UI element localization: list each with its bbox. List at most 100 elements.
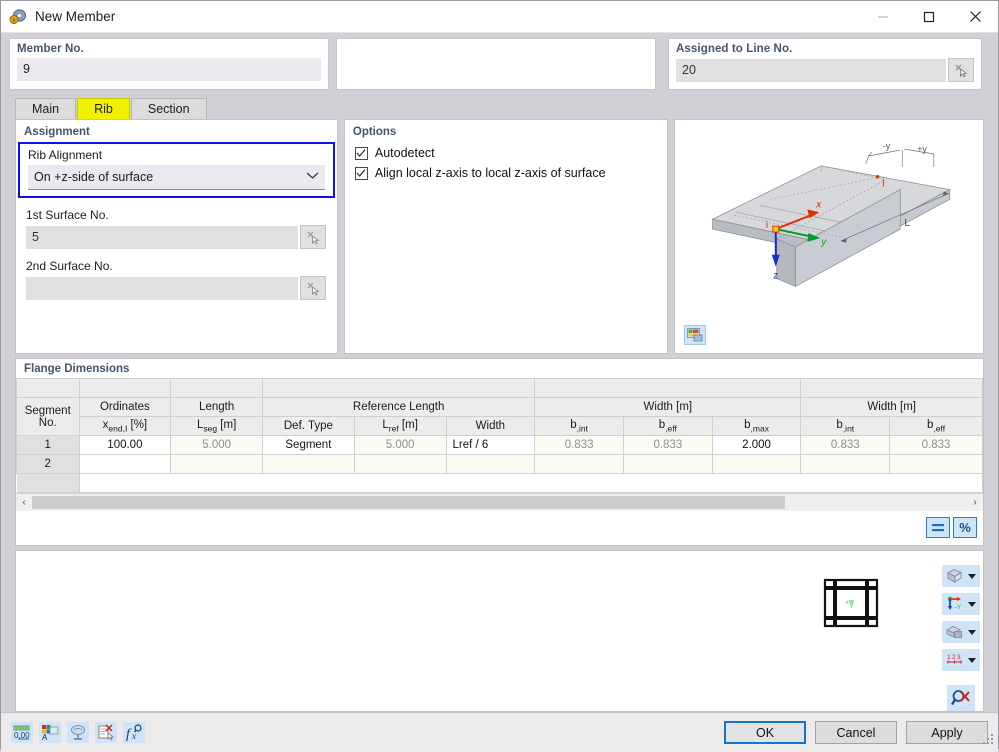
cell-width[interactable]: Lref / 6 (445, 435, 536, 455)
preview-canvas[interactable] (16, 551, 939, 711)
cell-bmax[interactable]: 2.000 (711, 435, 802, 455)
cell-bint-1[interactable]: 0.833 (534, 435, 624, 455)
percent-button[interactable]: % (953, 517, 977, 538)
cell-xend[interactable]: 100.00 (78, 435, 172, 455)
reset-zoom-icon[interactable] (947, 685, 975, 711)
cell-lref[interactable] (353, 454, 447, 474)
maximize-button[interactable] (906, 1, 952, 32)
cell-beff-1[interactable]: 0.833 (622, 435, 713, 455)
col-header-segment-no[interactable]: Segment No. (16, 397, 80, 436)
cell-xend[interactable] (78, 454, 172, 474)
col-header-beff-2[interactable]: b,eff (889, 416, 983, 436)
bint1-sub: ,int (576, 423, 588, 434)
bmax-sub: ,max (750, 423, 769, 434)
cell-lref[interactable]: 5.000 (353, 435, 447, 455)
resize-grip[interactable] (983, 734, 995, 746)
filler-cell (78, 473, 984, 493)
col-header-width[interactable]: Width (445, 416, 536, 436)
row-header[interactable]: 1 (16, 435, 80, 455)
cell-bint-2[interactable] (800, 454, 891, 474)
col-group-width-2[interactable]: Width [m] (800, 397, 983, 417)
units-decimals-icon[interactable]: 0,00 (11, 722, 33, 743)
col-group-ordinates[interactable]: Ordinates (78, 397, 172, 417)
pick-cursor-icon[interactable] (300, 225, 326, 249)
second-surface-input[interactable] (26, 276, 298, 300)
col-header-bmax[interactable]: b,max (711, 416, 802, 436)
scroll-right-arrow-icon[interactable]: › (967, 497, 983, 508)
cell-lseg[interactable] (170, 454, 264, 474)
svg-text:6: 6 (13, 18, 16, 24)
col-group-width-1[interactable]: Width [m] (534, 397, 802, 417)
numbering-icon[interactable]: 1 2 3 (942, 649, 980, 671)
member-no-input[interactable]: 9 (17, 58, 321, 81)
ok-button[interactable]: OK (724, 721, 806, 744)
render-image-icon[interactable] (683, 325, 706, 345)
formula-icon[interactable]: f x (123, 722, 145, 743)
node-j-label: j (881, 177, 884, 188)
cell-beff-2[interactable]: 0.833 (889, 435, 983, 455)
visual-settings-icon[interactable] (67, 722, 89, 743)
col-header-lref[interactable]: Lref [m] (353, 416, 447, 436)
graphic-preview-panel: -y +y L x y z i j (673, 119, 985, 354)
cell-width[interactable] (445, 454, 536, 474)
tab-main[interactable]: Main (15, 98, 77, 119)
top-field-strip: Member No. 9 Assigned to Line No. 20 (1, 33, 998, 97)
col-header-lseg[interactable]: Lseg [m] (170, 416, 264, 436)
table-row[interactable]: 2 (16, 454, 983, 474)
cell-bint-1[interactable] (534, 454, 624, 474)
rib-alignment-select[interactable]: On +z-side of surface (28, 165, 325, 190)
col-header-bint-1[interactable]: b,int (534, 416, 624, 436)
preview-toolbar: -Y 1 2 3 (939, 551, 983, 711)
options-title: Options (352, 126, 397, 138)
member-icon: 6 (9, 8, 27, 26)
cell-def-type[interactable] (262, 454, 355, 474)
chevron-down-icon (968, 573, 976, 579)
chevron-down-icon (968, 601, 976, 607)
table-horizontal-scrollbar[interactable]: ‹ › (16, 493, 983, 511)
axis-system-icon[interactable]: -Y (942, 593, 980, 615)
minimize-button[interactable] (860, 1, 906, 32)
display-properties-icon[interactable]: A (39, 722, 61, 743)
col-group-length[interactable]: Length (170, 397, 264, 417)
cell-def-type[interactable]: Segment (262, 435, 355, 455)
first-surface-input[interactable]: 5 (26, 225, 298, 249)
scroll-thumb[interactable] (32, 496, 785, 509)
col-header-def-type[interactable]: Def. Type (262, 416, 355, 436)
cell-bint-2[interactable]: 0.833 (800, 435, 891, 455)
assignment-panel: Assignment Rib Alignment On +z-side of s… (15, 119, 338, 354)
svg-text:3: 3 (957, 654, 961, 661)
checkbox-autodetect[interactable]: Autodetect (345, 144, 667, 162)
cell-beff-2[interactable] (889, 454, 983, 474)
cube-view-icon[interactable] (942, 565, 980, 587)
spacer-cell (262, 378, 536, 398)
pick-cursor-icon[interactable] (300, 276, 326, 300)
cancel-button[interactable]: Cancel (815, 721, 897, 744)
assignment-title: Assignment (24, 126, 90, 138)
table-row[interactable]: 1 100.00 5.000 Segment 5.000 Lref / 6 0.… (16, 435, 983, 455)
cell-bmax[interactable] (711, 454, 802, 474)
first-surface-group: 1st Surface No. 5 (16, 208, 337, 249)
lseg-sub: seg (203, 423, 218, 434)
tab-rib[interactable]: Rib (77, 98, 130, 119)
member-no-card: Member No. 9 (9, 38, 329, 90)
cell-beff-1[interactable] (622, 454, 713, 474)
col-group-reference-length[interactable]: Reference Length (262, 397, 536, 417)
checkbox-align-z-axis[interactable]: Align local z-axis to local z-axis of su… (345, 164, 667, 182)
equal-button[interactable] (926, 517, 950, 538)
tab-section[interactable]: Section (130, 98, 207, 119)
pick-cursor-icon[interactable] (948, 58, 974, 82)
svg-text:x: x (131, 731, 136, 741)
cell-lseg[interactable]: 5.000 (170, 435, 264, 455)
col-header-beff-1[interactable]: b,eff (622, 416, 713, 436)
scroll-left-arrow-icon[interactable]: ‹ (16, 497, 32, 508)
col-header-bint-2[interactable]: b,int (800, 416, 891, 436)
apply-button[interactable]: Apply (906, 721, 988, 744)
close-button[interactable] (952, 1, 998, 32)
assigned-line-input[interactable]: 20 (676, 58, 946, 82)
col-header-xend[interactable]: xend,I [%] (78, 416, 172, 436)
comment-cut-icon[interactable] (95, 722, 117, 743)
axis-z-label: z (773, 270, 778, 281)
layers-icon[interactable] (942, 621, 980, 643)
row-header[interactable]: 2 (16, 454, 80, 474)
scroll-track[interactable] (32, 496, 967, 509)
